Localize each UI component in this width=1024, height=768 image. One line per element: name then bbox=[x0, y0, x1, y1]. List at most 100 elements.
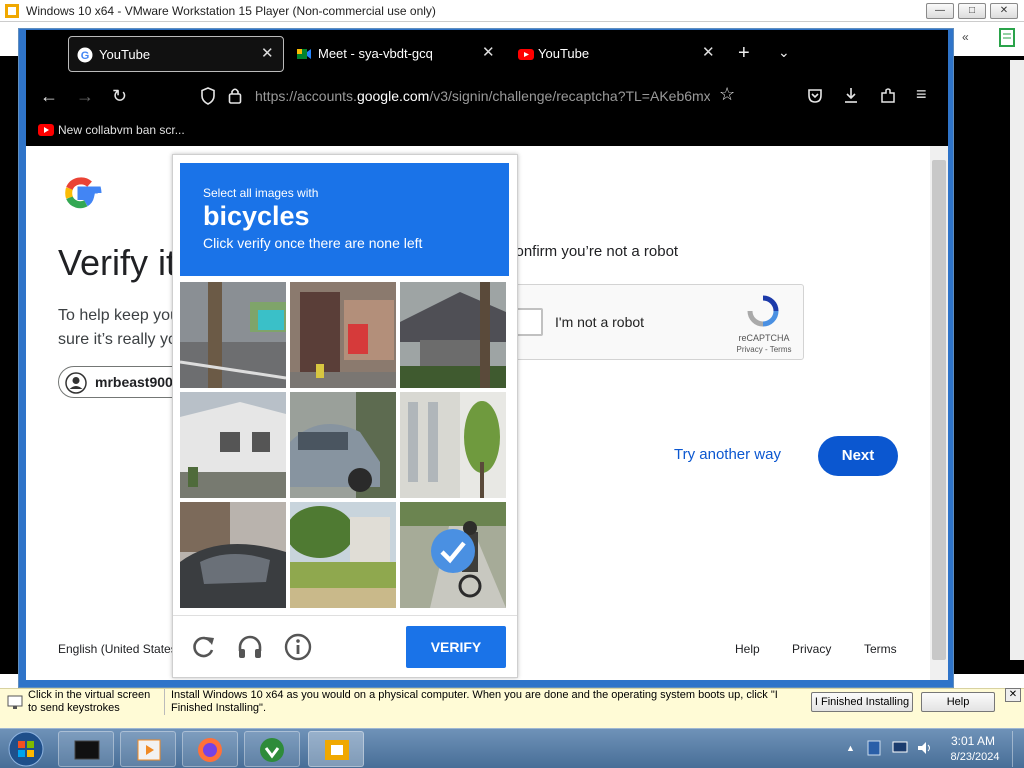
tile-image-car bbox=[290, 392, 396, 498]
footer-terms-link[interactable]: Terms bbox=[864, 642, 897, 656]
captcha-target-object: bicycles bbox=[203, 201, 310, 231]
help-button[interactable]: Help bbox=[921, 692, 995, 712]
footer-privacy-link[interactable]: Privacy bbox=[792, 642, 831, 656]
tile-image-car-window bbox=[180, 502, 286, 608]
minimize-button[interactable]: — bbox=[926, 3, 954, 19]
captcha-tile[interactable] bbox=[180, 502, 286, 608]
finished-installing-button[interactable]: I Finished Installing bbox=[811, 692, 913, 712]
lock-icon[interactable] bbox=[228, 87, 242, 105]
google-favicon-icon: G bbox=[77, 47, 93, 63]
tile-image-shop bbox=[290, 282, 396, 388]
tile-image-white-house bbox=[180, 392, 286, 498]
tray-display-icon[interactable] bbox=[892, 740, 908, 756]
window-title: Windows 10 x64 - VMware Workstation 15 P… bbox=[26, 4, 436, 18]
address-bar[interactable]: https://accounts.google.com/v3/signin/ch… bbox=[255, 88, 710, 104]
close-hint-icon[interactable]: ✕ bbox=[1005, 688, 1021, 702]
extensions-puzzle-icon[interactable] bbox=[879, 87, 897, 105]
taskbar-media-player[interactable] bbox=[120, 731, 176, 767]
reload-icon[interactable]: ↻ bbox=[112, 86, 127, 107]
page-scrollbar[interactable] bbox=[930, 146, 948, 680]
tab-label: YouTube bbox=[538, 46, 590, 61]
clock-date[interactable]: 8/23/2024 bbox=[940, 751, 1010, 763]
tile-image-apartment bbox=[400, 392, 506, 498]
captcha-toolbar: VERIFY bbox=[173, 615, 517, 677]
menu-hamburger-icon[interactable]: ≡ bbox=[916, 84, 927, 105]
captcha-tile[interactable] bbox=[180, 282, 286, 388]
forward-arrow-icon[interactable]: → bbox=[76, 86, 94, 107]
tray-expand-icon[interactable]: ▲ bbox=[846, 743, 855, 753]
recaptcha-label: I'm not a robot bbox=[555, 314, 645, 330]
google-logo-icon bbox=[65, 177, 102, 209]
vmware-logo-icon bbox=[5, 4, 19, 18]
taskbar-download-manager[interactable] bbox=[244, 731, 300, 767]
captcha-tile[interactable] bbox=[290, 392, 396, 498]
media-player-icon bbox=[137, 739, 161, 761]
try-another-way-link[interactable]: Try another way bbox=[674, 446, 781, 463]
tray-network-icon[interactable] bbox=[866, 739, 882, 757]
tab-meet[interactable]: Meet - sya-vbdt-gcq ✕ bbox=[288, 36, 502, 72]
captcha-tile[interactable] bbox=[400, 392, 506, 498]
navigation-bar: ← → ↻ https://accounts.google.com/v3/sig… bbox=[26, 78, 948, 114]
page-title: Verify it bbox=[58, 242, 177, 283]
close-tab-icon[interactable]: ✕ bbox=[482, 43, 495, 61]
reload-challenge-icon[interactable] bbox=[189, 633, 217, 661]
download-manager-icon bbox=[260, 738, 284, 762]
taskbar-firefox[interactable] bbox=[182, 731, 238, 767]
audio-challenge-headphones-icon[interactable] bbox=[236, 633, 264, 661]
account-circle-icon bbox=[65, 372, 87, 394]
bookmark-star-icon[interactable]: ☆ bbox=[719, 84, 735, 105]
checkmark-selected-icon bbox=[431, 529, 475, 573]
captcha-tile[interactable] bbox=[400, 282, 506, 388]
bookmarks-toolbar: New collabvm ban scr... bbox=[26, 114, 948, 146]
captcha-tile[interactable] bbox=[290, 282, 396, 388]
tab-bar: G YouTube ✕ Meet - sya-vbdt-gcq ✕ YouTub… bbox=[26, 30, 948, 78]
scrollbar-thumb[interactable] bbox=[932, 160, 946, 660]
captcha-tile[interactable] bbox=[180, 392, 286, 498]
verify-button[interactable]: VERIFY bbox=[406, 626, 506, 668]
tab-list-chevron-icon[interactable]: ⌄ bbox=[778, 44, 790, 61]
maximize-button[interactable]: □ bbox=[958, 3, 986, 19]
taskbar-vmware[interactable] bbox=[308, 731, 364, 767]
info-icon[interactable] bbox=[284, 633, 312, 661]
vm-screen-icon bbox=[7, 695, 23, 709]
recaptcha-privacy-terms[interactable]: Privacy - Terms bbox=[729, 345, 799, 354]
bookmark-item[interactable]: New collabvm ban scr... bbox=[58, 123, 185, 137]
recaptcha-checkbox[interactable] bbox=[515, 308, 543, 336]
tile-image-house bbox=[400, 282, 506, 388]
meet-favicon-icon bbox=[297, 49, 311, 59]
confirm-text: confirm you’re not a robot bbox=[508, 243, 679, 260]
language-selector[interactable]: English (United States) bbox=[58, 642, 181, 656]
youtube-bookmark-icon bbox=[38, 124, 54, 136]
firefox-icon bbox=[198, 738, 222, 762]
tab-youtube[interactable]: YouTube ✕ bbox=[510, 36, 720, 72]
next-button[interactable]: Next bbox=[818, 436, 898, 476]
tab-youtube-active[interactable]: G YouTube ✕ bbox=[68, 36, 284, 72]
clock-time[interactable]: 3:01 AM bbox=[948, 734, 998, 748]
pocket-icon[interactable] bbox=[807, 88, 823, 104]
close-tab-icon[interactable]: ✕ bbox=[261, 44, 274, 62]
youtube-favicon-icon bbox=[518, 49, 534, 60]
close-button[interactable]: ✕ bbox=[990, 3, 1018, 19]
captcha-tile[interactable] bbox=[290, 502, 396, 608]
recaptcha-logo-icon bbox=[747, 295, 779, 327]
footer-help-link[interactable]: Help bbox=[735, 642, 760, 656]
tray-volume-icon[interactable] bbox=[916, 739, 932, 757]
tile-image-street bbox=[180, 282, 286, 388]
close-tab-icon[interactable]: ✕ bbox=[702, 43, 715, 61]
vm-scrollbar[interactable] bbox=[1010, 60, 1024, 660]
recaptcha-widget: I'm not a robot reCAPTCHA Privacy - Term… bbox=[508, 284, 804, 360]
collapse-icon[interactable]: « bbox=[962, 30, 969, 44]
vmware-titlebar: Windows 10 x64 - VMware Workstation 15 P… bbox=[0, 0, 1024, 22]
show-desktop-button[interactable] bbox=[1012, 731, 1024, 767]
new-tab-icon[interactable]: + bbox=[738, 42, 750, 65]
captcha-tile-selected[interactable] bbox=[400, 502, 506, 608]
back-arrow-icon[interactable]: ← bbox=[40, 86, 58, 107]
download-icon[interactable] bbox=[843, 87, 859, 105]
captcha-challenge-popup: Select all images with bicycles Click ve… bbox=[172, 154, 518, 678]
start-button-icon[interactable] bbox=[8, 731, 44, 767]
tab-label: YouTube bbox=[99, 47, 151, 62]
shield-icon[interactable] bbox=[200, 87, 216, 105]
google-signin-page: Verify it To help keep you sure it’s rea… bbox=[26, 146, 930, 680]
notes-icon[interactable] bbox=[998, 28, 1016, 48]
taskbar-terminal-app[interactable] bbox=[58, 731, 114, 767]
